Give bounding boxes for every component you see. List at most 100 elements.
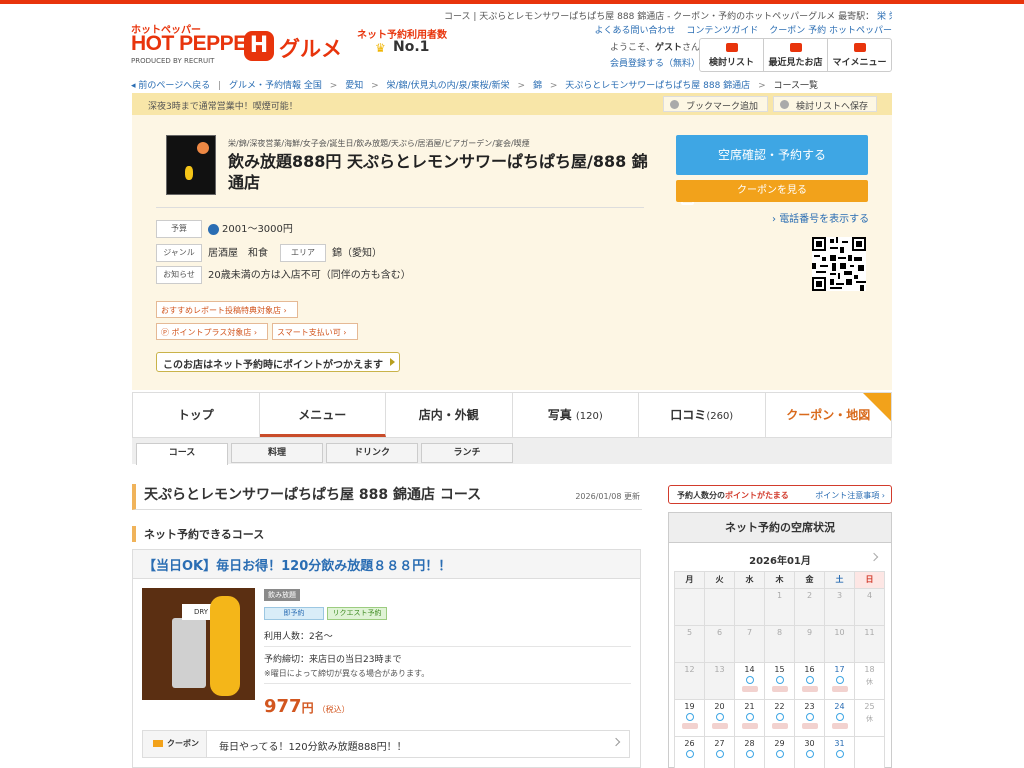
available-icon [835,750,844,758]
bookmark-button[interactable]: ブックマーク追加 [663,96,768,112]
available-icon [745,750,754,758]
calendar-day-available[interactable]: 30 [794,736,825,768]
calendar-day: 10 [824,625,855,663]
calendar-day-available[interactable]: 20 [704,699,735,737]
point-icon [741,723,758,729]
link-coupon-home[interactable]: クーポン 予約 ホットペッパー [769,26,892,36]
calendar-day-available[interactable]: 17 [824,662,855,700]
no1-label: No.1 [393,39,430,55]
shop-name: 飲み放題888円 天ぷらとレモンサワーぱちぱち屋/888 錦通店 [228,152,648,192]
weekday-sun: 日 [854,571,885,589]
smart-pay-badge[interactable]: スマート支払い可 › [272,323,358,340]
my-menu-button[interactable]: マイメニュー [828,39,891,71]
calendar-day-available[interactable]: 28 [734,736,765,768]
subtab-lunch[interactable]: ランチ [421,443,513,463]
coupon-text: 毎日やってる！120分飲み放題888円！！ [219,742,407,753]
genre-row: ジャンル 居酒屋 和食 エリア 錦（愛知） [156,244,382,262]
genre-value: 居酒屋 和食 [208,248,268,259]
subtab-drink[interactable]: ドリンク [326,443,418,463]
tab-label: メニュー [298,408,347,422]
link-faq[interactable]: よくある問い合わせ [594,26,675,36]
course-price: 977円 （税込） [264,696,350,717]
calendar-day-available[interactable]: 22 [764,699,795,737]
calendar-day-available[interactable]: 29 [764,736,795,768]
availability-title: ネット予約の空席状況 [669,513,891,543]
station-links[interactable]: 栄 栄町 久屋大通 [877,12,892,22]
wishlist-label: 検討リスト [708,58,754,68]
tab-reviews[interactable]: 口コミ(260) [639,393,766,437]
breadcrumb-sep: > [517,81,526,91]
points-notes-link[interactable]: ポイント注意事項 › [815,490,885,501]
point-banner[interactable]: このお店はネット予約時にポイントがつかえます [156,352,400,372]
breadcrumb-item-shop[interactable]: 天ぷらとレモンサワーぱちぱち屋 888 錦通店 [565,81,750,91]
reserve-button[interactable]: 空席確認・予約する [676,135,868,205]
course-title[interactable]: 【当日OK】毎日お得！120分飲み放題８８８円！！ [133,550,640,579]
calendar-day-available[interactable]: 21 [734,699,765,737]
phone-link[interactable]: › 電話番号を表示する [772,210,869,225]
calendar-day: 11 [854,625,885,663]
subtab-food[interactable]: 料理 [231,443,323,463]
calendar-day-closed: 25 休 [854,699,885,737]
calendar-day-available[interactable]: 24 [824,699,855,737]
tab-photos[interactable]: 写真 (120) [513,393,639,437]
shop-thumbnail[interactable] [166,135,216,195]
point-plus-badge[interactable]: Ⓟ ポイントプラス対象店 › [156,323,269,340]
point-icon [711,723,728,729]
breadcrumb: ◂ 前のページへ戻る | グルメ・予約情報 全国 > 愛知 > 栄/錦/伏見丸の… [131,78,891,91]
greeting-pre: ようこそ、 [610,43,656,53]
hotpepper-logo[interactable]: ホットペッパー HOT PEPPER H グルメ PRODUCED BY REC… [131,19,346,65]
recent-shops-button[interactable]: 最近見たお店 [764,39,828,71]
bookmark-label: ブックマーク追加 [686,102,759,112]
tab-top[interactable]: トップ [133,393,260,437]
course-coupon-row[interactable]: クーポン 毎日やってる！120分飲み放題888円！！ [142,730,630,758]
price-tax: （税込） [317,705,350,714]
divider [156,207,644,208]
back-link[interactable]: ◂ 前のページへ戻る [131,81,210,91]
area-value: 錦（愛知） [332,248,382,259]
course-photo[interactable]: DRY [142,588,255,700]
history-icon [789,43,802,52]
register-link[interactable]: 会員登録する（無料） [610,56,700,69]
category-badge: 飲み放題 [264,589,300,601]
breadcrumb-item-nationwide[interactable]: グルメ・予約情報 全国 [229,81,322,91]
weekday-wed: 水 [734,571,765,589]
available-icon [835,713,844,721]
report-badge[interactable]: おすすめレポート投稿特典対象店 › [156,301,298,318]
breadcrumb-item-aichi[interactable]: 愛知 [345,81,363,91]
calendar-day: 7 [734,625,765,663]
calendar-day-available[interactable]: 26 [674,736,705,768]
save-list-button[interactable]: 検討リストへ保存 [773,96,877,112]
breadcrumb-sep: > [758,81,766,91]
thumb-deco [185,166,193,180]
list-icon [725,43,738,52]
next-month-icon[interactable] [869,552,879,562]
calendar-day-available[interactable]: 27 [704,736,735,768]
tab-coupon-map[interactable]: クーポン・地図 CHECK [766,393,891,437]
calendar-day-available[interactable]: 15 [764,662,795,700]
calendar-day-available[interactable]: 14 [734,662,765,700]
calendar-day-available[interactable]: 23 [794,699,825,737]
user-buttons: 検討リスト 最近見たお店 マイメニュー [699,38,892,72]
logo-produced-text: PRODUCED BY RECRUIT [131,57,215,65]
point-icon [681,723,698,729]
weekday-mon: 月 [674,571,705,589]
course-deadline: 予約締切：来店日の当日23時まで [264,655,402,665]
calendar-day-available[interactable]: 19 [674,699,705,737]
shop-tabs: トップ メニュー 店内・外観 写真 (120) 口コミ(260) クーポン・地図… [132,392,892,438]
notice-bar: 深夜3時まで通常営業中！喫煙可能！ ブックマーク追加 検討リストへ保存 [132,93,892,115]
calendar-day-available[interactable]: 31 [824,736,855,768]
tab-menu[interactable]: メニュー [259,393,386,437]
calendar-day-available[interactable]: 16 [794,662,825,700]
tab-interior[interactable]: 店内・外観 [386,393,513,437]
subtab-course[interactable]: コース [136,443,228,465]
divider [264,683,631,684]
breadcrumb-item-nishiki[interactable]: 錦 [533,81,542,91]
calendar-day [704,588,735,626]
available-icon [775,713,784,721]
section-title: ネット予約できるコース [132,526,264,542]
coupon-button[interactable]: クーポンを見る [676,180,868,202]
breadcrumb-item-area[interactable]: 栄/錦/伏見丸の内/泉/東桜/新栄 [387,81,510,91]
link-content-guide[interactable]: コンテンツガイド [686,26,758,36]
price-value: 977 [264,696,302,717]
wishlist-button[interactable]: 検討リスト [700,39,764,71]
